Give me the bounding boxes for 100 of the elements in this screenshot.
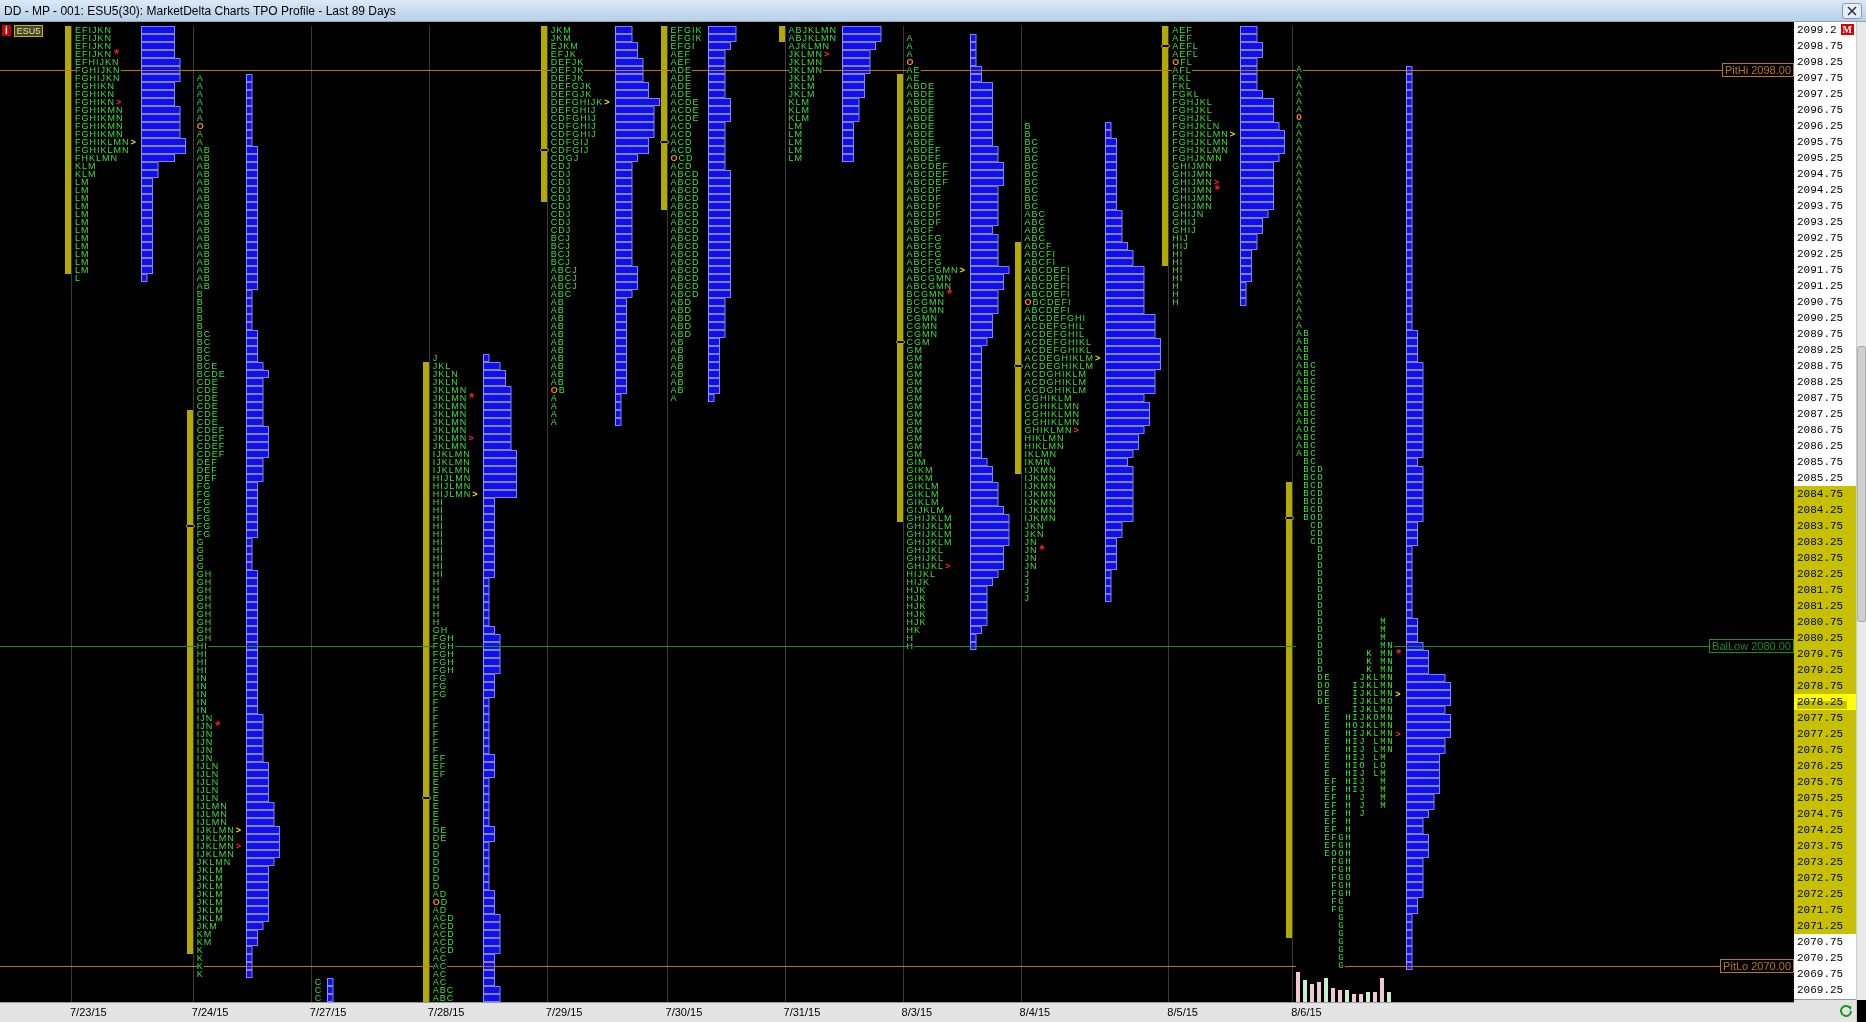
tpo-letters: ABCFI <box>1024 250 1057 258</box>
tpo-letters: H <box>432 586 441 594</box>
tpo-letters: HI <box>196 642 208 650</box>
tpo-letters: B <box>196 306 204 314</box>
tpo-letters: IJKLMN <box>432 458 471 466</box>
tpo-letters: A <box>1296 202 1304 210</box>
tpo-letters: HIJKL <box>906 570 937 578</box>
tpo-letters: ABC <box>1296 434 1318 442</box>
price-label: 2096.75 <box>1797 103 1845 117</box>
tpo-letters: FG <box>432 682 448 690</box>
tpo-letters: IJKLMN <box>432 466 471 474</box>
tpo-letters: AB <box>550 378 565 386</box>
tpo-letters: BC <box>1024 162 1040 170</box>
tpo-letters: CDEF <box>196 442 226 450</box>
tpo-letters: K <box>196 970 204 978</box>
tpo-letters: AB <box>196 170 211 178</box>
tpo-letters: OFL <box>1172 58 1193 66</box>
tpo-letters: H <box>432 602 441 610</box>
tpo-letters: HIJK <box>906 578 931 586</box>
price-label: 2094.25 <box>1797 183 1845 197</box>
tpo-letters: GM <box>906 434 924 442</box>
tpo-letters: HJK <box>906 594 927 602</box>
tpo-letters: FG <box>196 506 212 514</box>
tpo-letters: AE <box>906 66 921 74</box>
tpo-letters: B <box>1024 122 1032 130</box>
tpo-letters: JKN <box>1024 530 1045 538</box>
tpo-letters: AB <box>196 250 211 258</box>
tpo-letters: GM <box>906 394 924 402</box>
tpo-letters: ACD <box>670 146 693 154</box>
tpo-letters: ABCDEFGHI <box>1024 314 1087 322</box>
tpo-letters: L <box>75 274 81 282</box>
tpo-letters: OB <box>550 386 566 394</box>
arrow-marker: > <box>959 266 965 274</box>
arrow-marker: > <box>468 434 474 442</box>
arrow-marker: > <box>1213 178 1220 186</box>
tpo-letters: ABC <box>1296 410 1318 418</box>
tpo-letters: KM <box>196 930 213 938</box>
tpo-letters: A <box>1296 234 1304 242</box>
refresh-icon[interactable] <box>1838 1003 1854 1019</box>
tpo-letters: F <box>432 746 440 754</box>
marker-flag[interactable]: M <box>1840 24 1854 35</box>
tpo-letters: HI <box>432 546 444 554</box>
tpo-letters: GM <box>906 402 924 410</box>
tpo-letters: A <box>1296 226 1304 234</box>
tpo-letters: BC <box>1024 138 1040 146</box>
scrollbar[interactable] <box>1856 22 1866 1022</box>
tpo-letters: A <box>196 82 204 90</box>
tpo-letters: BCJ <box>550 242 571 250</box>
tpo-letters: HI <box>432 522 444 530</box>
tpo-letters: JKLM <box>196 914 224 922</box>
date-label: 8/4/15 <box>1018 1005 1052 1020</box>
tpo-letters: GM <box>906 378 924 386</box>
tpo-letters: HIJLMN <box>432 474 472 482</box>
tpo-letters: A <box>1296 258 1304 266</box>
tpo-letters: CDJ <box>550 226 572 234</box>
price-label: 2088.25 <box>1797 375 1845 389</box>
tpo-letters: HI <box>1172 266 1184 274</box>
tpo-letters: CDE <box>196 386 219 394</box>
tpo-letters: LM <box>788 122 804 130</box>
price-label: 2098.25 <box>1797 55 1845 69</box>
tpo-letters: AEF <box>1172 34 1193 42</box>
close-button[interactable] <box>1842 2 1862 19</box>
tpo-letters: CDE <box>196 402 219 410</box>
tpo-letters: AC <box>432 970 448 978</box>
tpo-letters: IN <box>196 690 208 698</box>
tpo-letters: GHIJMN <box>1172 170 1213 178</box>
tpo-letters: BCGMN <box>906 298 946 306</box>
tpo-letters: AB <box>196 282 211 290</box>
scroll-thumb[interactable] <box>1857 346 1866 622</box>
info-icon[interactable]: i <box>2 25 11 36</box>
tpo-letters: ABC <box>1296 378 1318 386</box>
tpo-letters: JKLN <box>432 370 459 378</box>
tpo-letters: ABCDEFI <box>1024 290 1071 298</box>
tpo-letters: A <box>1296 178 1304 186</box>
tpo-letters: LM <box>75 242 90 250</box>
tpo-letters: HI <box>432 530 444 538</box>
tpo-letters: JN <box>1024 562 1038 570</box>
tpo-letters: CDJ <box>550 218 572 226</box>
close-icon <box>1847 5 1857 16</box>
price-label: 2097.25 <box>1797 87 1845 101</box>
tpo-letters: AB <box>670 386 685 394</box>
tpo-letters: ABCD <box>670 258 700 266</box>
tpo-letters: FG <box>196 490 212 498</box>
tpo-letters: ABCD <box>670 226 700 234</box>
tpo-letters: A <box>1296 170 1304 178</box>
star-marker: * <box>947 290 953 298</box>
tpo-letters: LM <box>75 258 90 266</box>
tpo-letters: ACDEFGHIKL <box>1024 346 1093 354</box>
symbol-tag: ESU5 <box>13 25 44 37</box>
tpo-letters: CGHIKLM <box>1024 394 1073 402</box>
tpo-letters: FKL <box>1172 74 1192 82</box>
tpo-letters: JN <box>1024 546 1038 554</box>
tpo-letters: HI <box>432 498 444 506</box>
tpo-letters: ABCFG <box>906 242 943 250</box>
tpo-letters: JKM <box>196 922 218 930</box>
tpo-letters: IJN <box>196 746 214 754</box>
tpo-letters: F <box>432 730 440 738</box>
tpo-letters: AB <box>196 234 211 242</box>
tpo-letters: EFGIK <box>670 26 703 34</box>
tpo-letters: FGHIJKN <box>75 74 121 82</box>
